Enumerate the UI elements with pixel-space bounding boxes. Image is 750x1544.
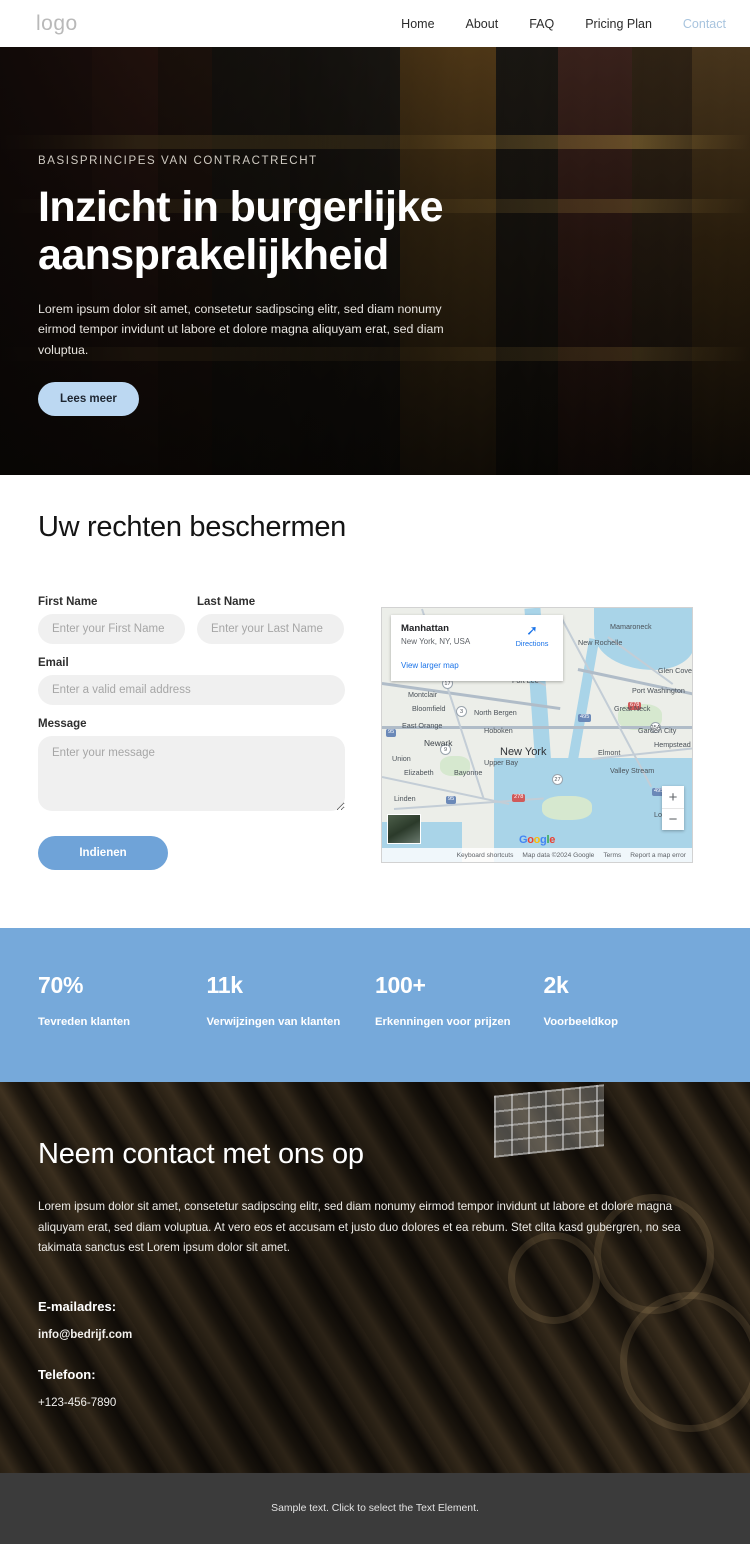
site-footer: Sample text. Click to select the Text El… xyxy=(0,1472,750,1544)
map-zoom-in-button[interactable]: + xyxy=(662,786,684,808)
map-place-label: Newark xyxy=(424,738,453,748)
stat-label: Verwijzingen van klanten xyxy=(206,1016,341,1028)
main-navigation: Home About FAQ Pricing Plan Contact xyxy=(401,17,726,31)
map-place-label: North Bergen xyxy=(474,708,517,717)
google-map[interactable]: 95 95 278 495 678 495 17 3 9 27 25A New … xyxy=(381,607,693,863)
field-last-name: Last Name xyxy=(197,596,344,644)
label-email: Email xyxy=(38,657,69,669)
directions-icon: ➚ xyxy=(526,622,538,638)
map-column: 95 95 278 495 678 495 17 3 9 27 25A New … xyxy=(381,596,712,863)
stat-item: 11k Verwijzingen van klanten xyxy=(207,972,376,1028)
site-logo[interactable]: logo xyxy=(36,12,78,36)
map-place-label: Elmont xyxy=(598,748,621,757)
map-place-label: Valley Stream xyxy=(610,766,655,775)
map-report-error-link[interactable]: Report a map error xyxy=(630,852,686,859)
page-root: logo Home About FAQ Pricing Plan Contact… xyxy=(0,0,750,1544)
map-place-label: East Orange xyxy=(402,721,443,730)
map-place-label: Bloomfield xyxy=(412,704,446,713)
directions-label: Directions xyxy=(515,639,549,648)
footer-text[interactable]: Sample text. Click to select the Text El… xyxy=(271,1503,479,1514)
hero-section: BASISPRINCIPES VAN CONTRACTRECHT Inzicht… xyxy=(0,47,750,475)
map-place-label: Port Washington xyxy=(632,686,685,695)
stat-item: 2k Voorbeeldkop xyxy=(544,972,713,1028)
stat-item: 70% Tevreden klanten xyxy=(38,972,207,1028)
last-name-input[interactable] xyxy=(197,614,344,644)
stat-label: Tevreden klanten xyxy=(38,1016,131,1028)
contact-form-section: Uw rechten beschermen First Name Last Na… xyxy=(0,475,750,928)
hero-cta-button[interactable]: Lees meer xyxy=(38,381,139,416)
email-input[interactable] xyxy=(38,675,345,705)
stat-value: 70% xyxy=(38,972,84,998)
nav-link-contact[interactable]: Contact xyxy=(683,17,726,31)
phone-value[interactable]: +123-456-7890 xyxy=(38,1397,712,1409)
map-place-label: Garden City xyxy=(638,726,677,735)
map-place-label: Montclair xyxy=(408,690,438,699)
contact-body-text: Lorem ipsum dolor sit amet, consetetur s… xyxy=(38,1200,681,1255)
map-place-label: Union xyxy=(392,754,411,763)
site-header: logo Home About FAQ Pricing Plan Contact xyxy=(0,0,750,47)
email-label: E-mailadres: xyxy=(38,1298,117,1314)
email-value[interactable]: info@bedrijf.com xyxy=(38,1329,712,1341)
submit-button[interactable]: Indienen xyxy=(38,836,168,870)
stat-value: 100+ xyxy=(375,972,426,998)
contact-info-section: Neem contact met ons op Lorem ipsum dolo… xyxy=(0,1082,750,1473)
map-place-label: Hoboken xyxy=(484,726,513,735)
hero-subtitle: Lorem ipsum dolor sit amet, consetetur s… xyxy=(38,302,444,357)
map-footer-bar: Keyboard shortcuts Map data ©2024 Google… xyxy=(382,848,692,862)
nav-link-faq[interactable]: FAQ xyxy=(529,17,554,31)
nav-link-pricing-plan[interactable]: Pricing Plan xyxy=(585,17,652,31)
label-first-name: First Name xyxy=(38,596,98,608)
stat-label: Voorbeeldkop xyxy=(543,1016,618,1028)
map-place-label: Hempstead xyxy=(654,740,691,749)
map-zoom-out-button[interactable]: − xyxy=(662,808,684,830)
map-street-view-thumbnail[interactable] xyxy=(387,814,421,844)
stats-band: 70% Tevreden klanten 11k Verwijzingen va… xyxy=(0,928,750,1082)
section-title: Uw rechten beschermen xyxy=(38,511,347,543)
hero-title: Inzicht in burgerlijke aansprakelijkheid xyxy=(38,183,444,280)
contact-title: Neem contact met ons op xyxy=(38,1138,364,1170)
view-larger-map-link[interactable]: View larger map xyxy=(401,661,459,670)
map-place-label: New Rochelle xyxy=(578,638,623,647)
stat-item: 100+ Erkenningen voor prijzen xyxy=(375,972,544,1028)
map-place-label: Great Neck xyxy=(614,704,651,713)
map-place-label: Upper Bay xyxy=(484,758,518,767)
map-info-card: Manhattan New York, NY, USA View larger … xyxy=(391,615,563,681)
stat-value: 2k xyxy=(543,972,569,998)
map-place-label: Bayonne xyxy=(454,768,483,777)
field-first-name: First Name xyxy=(38,596,185,644)
label-message: Message xyxy=(38,718,87,730)
map-zoom-controls: + − xyxy=(662,786,684,830)
first-name-input[interactable] xyxy=(38,614,185,644)
field-email: Email xyxy=(38,657,345,705)
map-place-label: Elizabeth xyxy=(404,768,434,777)
field-message: Message xyxy=(38,718,345,816)
nav-link-home[interactable]: Home xyxy=(401,17,434,31)
stat-label: Erkenningen voor prijzen xyxy=(375,1016,511,1028)
label-last-name: Last Name xyxy=(197,596,256,608)
map-place-label: Linden xyxy=(394,794,416,803)
map-place-label: New York xyxy=(500,746,547,758)
map-place-label: Mamaroneck xyxy=(610,622,652,631)
map-terms-link[interactable]: Terms xyxy=(603,852,621,859)
message-textarea[interactable] xyxy=(38,736,345,811)
contact-form: First Name Last Name Email Message xyxy=(38,596,345,870)
map-attribution: Map data ©2024 Google xyxy=(522,851,595,859)
hero-eyebrow: BASISPRINCIPES VAN CONTRACTRECHT xyxy=(38,155,318,167)
map-place-label: Glen Cove xyxy=(658,666,692,675)
nav-link-about[interactable]: About xyxy=(466,17,499,31)
map-directions-button[interactable]: ➚ Directions xyxy=(511,623,553,648)
stat-value: 11k xyxy=(206,972,244,998)
google-logo: Google xyxy=(518,834,556,846)
map-keyboard-shortcuts[interactable]: Keyboard shortcuts xyxy=(457,852,514,859)
phone-label: Telefoon: xyxy=(38,1366,96,1382)
